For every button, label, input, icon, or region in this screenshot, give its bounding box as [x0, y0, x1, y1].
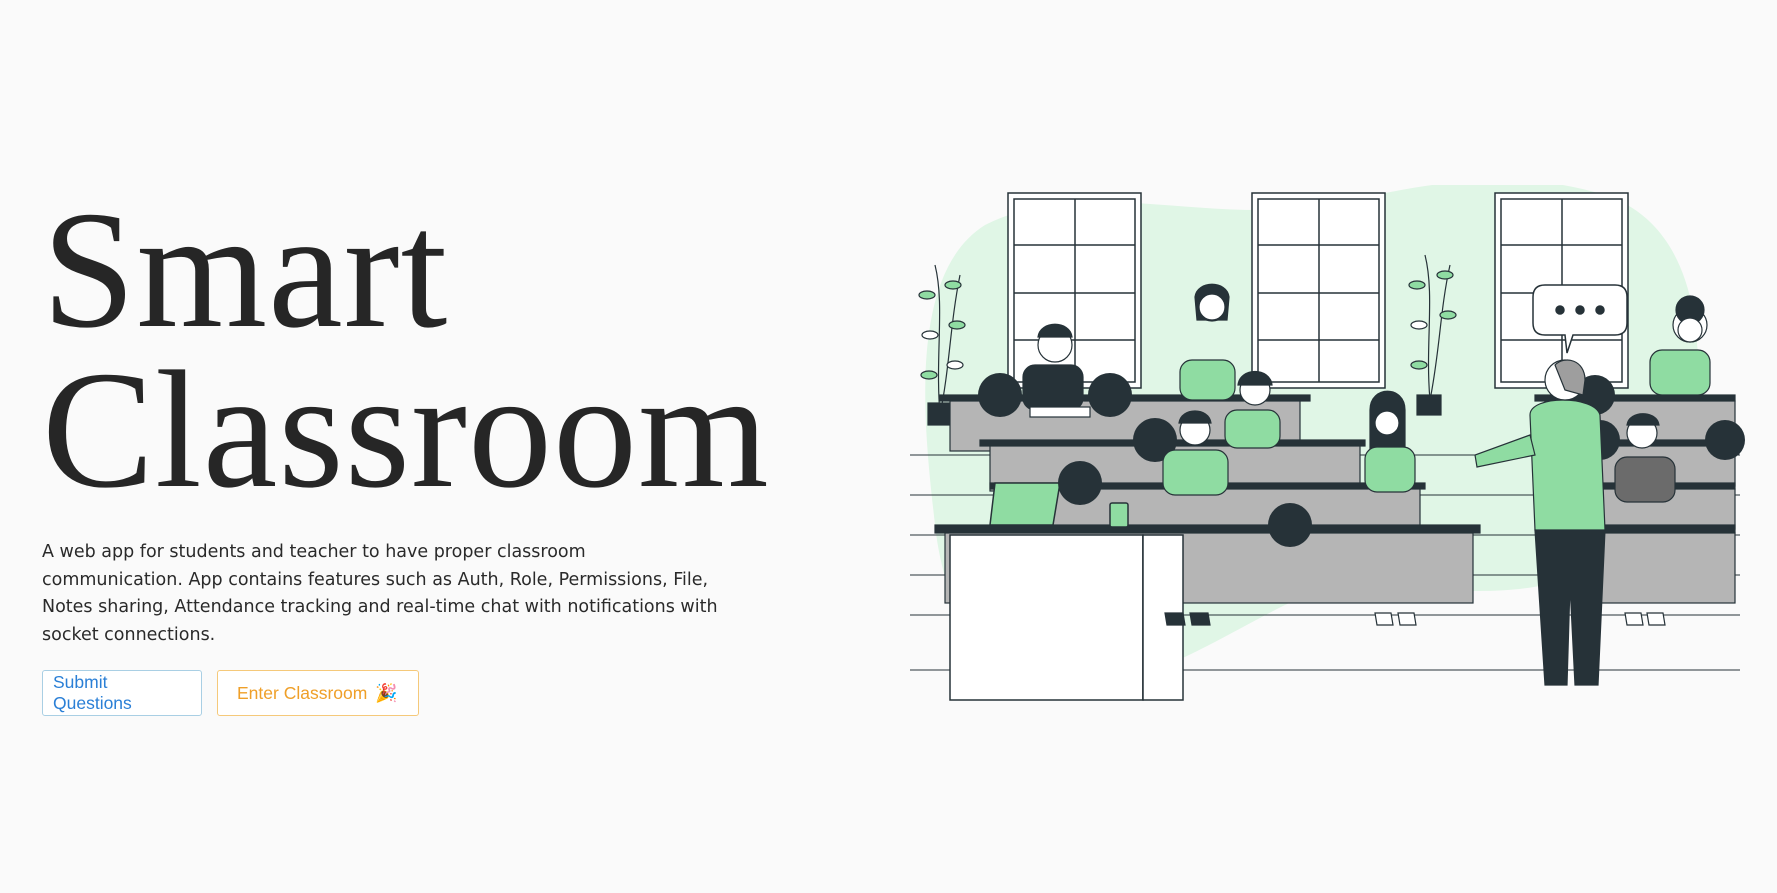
hero-description: A web app for students and teacher to ha… — [42, 542, 718, 645]
classroom-illustration — [910, 185, 1745, 701]
landing-page: Smart Classroom A web app for students a… — [0, 0, 1777, 893]
submit-questions-label: Submit Questions — [53, 672, 132, 713]
party-popper-icon: 🎉 — [375, 682, 398, 703]
window-left — [1007, 192, 1142, 389]
hero-actions: Submit Questions Enter Classroom 🎉 — [42, 670, 742, 716]
enter-classroom-button[interactable]: Enter Classroom 🎉 — [217, 670, 419, 716]
enter-classroom-label: Enter Classroom — [237, 682, 368, 703]
window-middle — [1251, 192, 1386, 389]
title-line-smart: Smart — [42, 177, 449, 363]
page-title: Smart Classroom — [42, 177, 770, 523]
title-line-classroom: Classroom — [42, 337, 770, 523]
hero-section: Smart Classroom A web app for students a… — [42, 177, 770, 716]
submit-questions-button[interactable]: Submit Questions — [42, 670, 202, 716]
